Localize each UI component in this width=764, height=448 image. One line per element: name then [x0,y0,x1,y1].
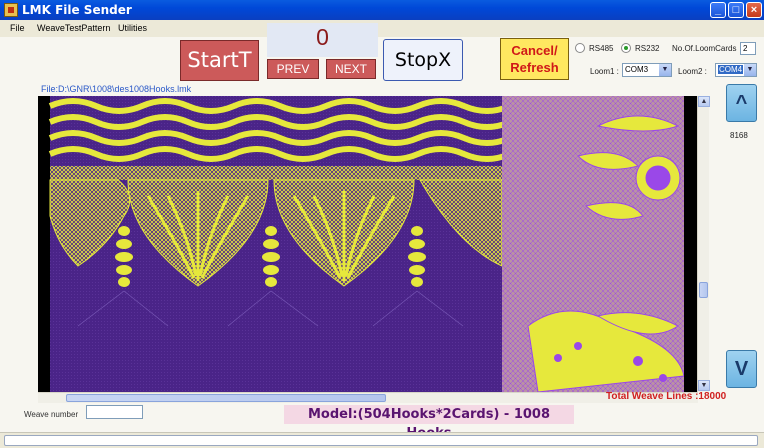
rs485-radio[interactable] [575,43,585,53]
model-info: Model:(504Hooks*2Cards) - 1008 Hooks [284,405,574,441]
loom2-value: COM4 [718,65,744,74]
progress-bar [4,435,758,446]
title-bar: LMK File Sender _ □ × [0,0,764,20]
stop-button[interactable]: StopX [383,39,463,81]
total-weave-lines: Total Weave Lines :18000 [606,391,727,402]
horizontal-scrollbar[interactable] [38,392,698,403]
window-title: LMK File Sender [22,3,132,17]
design-image [38,96,698,392]
weave-number-input[interactable] [86,405,143,419]
cancel-refresh-button[interactable]: Cancel/ Refresh [500,38,569,80]
line-count: 8168 [730,131,748,140]
loom1-select[interactable]: COM3 ▼ [622,63,672,77]
menu-utilities[interactable]: Utilities [118,23,147,33]
rs232-radio[interactable] [621,43,631,53]
num-cards-label: No.Of.LoomCards [672,44,737,53]
loom1-label: Loom1 : [590,67,619,76]
weave-counter: 0 [316,24,329,50]
horizontal-scroll-thumb[interactable] [66,394,386,402]
close-icon[interactable]: × [746,2,762,18]
menu-bar: File WeaveTestPattern Utilities [0,20,764,37]
weave-number-label: Weave number [24,410,79,419]
rs485-label: RS485 [589,44,614,53]
refresh-label: Refresh [510,60,559,75]
vertical-scroll-thumb[interactable] [699,282,708,298]
start-button[interactable]: StartT [180,40,259,81]
app-icon [4,3,18,17]
menu-file[interactable]: File [10,23,25,33]
cancel-label: Cancel/ [511,43,558,58]
next-button[interactable]: NEXT [326,59,376,79]
scroll-up-button[interactable]: ^ [726,84,757,122]
scroll-down-button[interactable]: V [726,350,757,388]
num-cards-input[interactable]: 2 [740,42,756,55]
menu-weave-test-pattern[interactable]: WeaveTestPattern [37,23,110,33]
file-path: File:D:\GNR\1008\des1008Hooks.lmk [41,84,192,94]
chevron-down-icon[interactable]: ▼ [744,64,756,76]
design-preview[interactable] [38,96,698,392]
prev-button[interactable]: PREV [267,59,319,79]
rs232-label: RS232 [635,44,660,53]
scroll-up-icon[interactable]: ▲ [698,96,710,107]
loom2-select[interactable]: COM4 ▼ [715,63,757,77]
vertical-scrollbar[interactable]: ▲ ▼ [697,96,710,392]
chevron-down-icon[interactable]: ▼ [659,64,671,76]
loom1-value: COM3 [625,65,649,74]
loom2-label: Loom2 : [678,67,707,76]
minimize-icon[interactable]: _ [710,2,726,18]
scroll-down-icon[interactable]: ▼ [698,380,710,391]
status-bar [0,432,764,448]
maximize-icon[interactable]: □ [728,2,744,18]
